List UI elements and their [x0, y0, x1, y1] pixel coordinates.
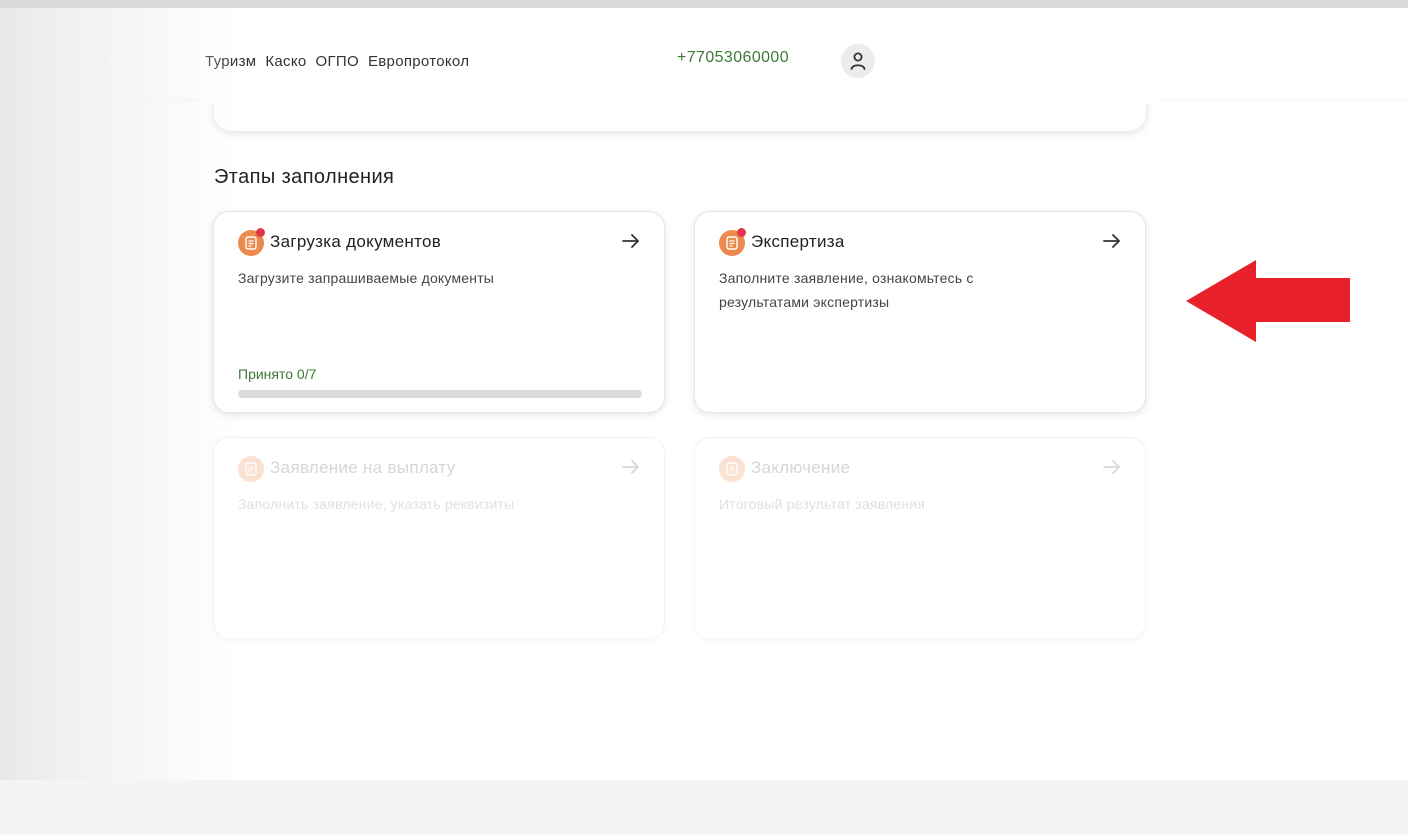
document-icon	[719, 456, 745, 482]
arrow-right-icon[interactable]	[620, 230, 642, 252]
card-title: Экспертиза	[751, 232, 845, 251]
stage-card-payment-application: Заявление на выплату Заполнить заявление…	[213, 437, 665, 639]
user-button[interactable]	[841, 44, 875, 78]
site-header: at KAZ Туризм Каско ОГПО Европротокол +7…	[0, 8, 1408, 104]
logo[interactable]: at	[2, 38, 25, 69]
nav-item-tourism[interactable]: Туризм	[205, 53, 256, 70]
card-description: Итоговый результат заявления	[719, 496, 926, 512]
arrow-right-icon	[622, 460, 639, 474]
document-icon	[238, 456, 264, 482]
section-title: Этапы заполнения	[214, 166, 395, 188]
nav-item-casco[interactable]: Каско	[265, 53, 306, 70]
card-description: Заполните заявление, ознакомьтесь с резу…	[719, 270, 974, 310]
document-icon	[238, 228, 265, 256]
footer	[0, 780, 1408, 835]
card-title: Загрузка документов	[270, 232, 442, 251]
top-strip	[0, 0, 1408, 8]
notification-dot	[256, 228, 265, 237]
progress-label: Принято 0/7	[238, 366, 317, 382]
card-title: Заключение	[751, 458, 851, 477]
nav-item-ogpo[interactable]: ОГПО	[316, 53, 359, 70]
stage-card-expertise[interactable]: Экспертиза Заполните заявление, ознакомь…	[694, 211, 1146, 413]
card-description: Загрузите запрашиваемые документы	[238, 270, 495, 286]
arrow-right-icon	[1103, 460, 1120, 474]
language-switch[interactable]: KAZ	[62, 45, 108, 71]
main-nav: Туризм Каско ОГПО Европротокол	[205, 53, 469, 70]
nav-item-europrotocol[interactable]: Европротокол	[368, 53, 469, 70]
progress-bar	[238, 390, 642, 398]
arrow-right-icon[interactable]	[1101, 230, 1123, 252]
notification-dot	[737, 228, 746, 237]
annotation-arrow	[1186, 260, 1350, 342]
stage-card-conclusion: Заключение Итоговый результат заявления	[694, 437, 1146, 639]
user-icon	[850, 52, 866, 70]
document-icon	[719, 228, 746, 256]
card-title: Заявление на выплату	[270, 458, 456, 477]
card-description: Заполнить заявление, указать реквизиты	[238, 496, 515, 512]
stage-card-documents[interactable]: Загрузка документов Загрузите запрашивае…	[213, 211, 665, 413]
phone-link[interactable]: +77053060000	[677, 49, 789, 67]
